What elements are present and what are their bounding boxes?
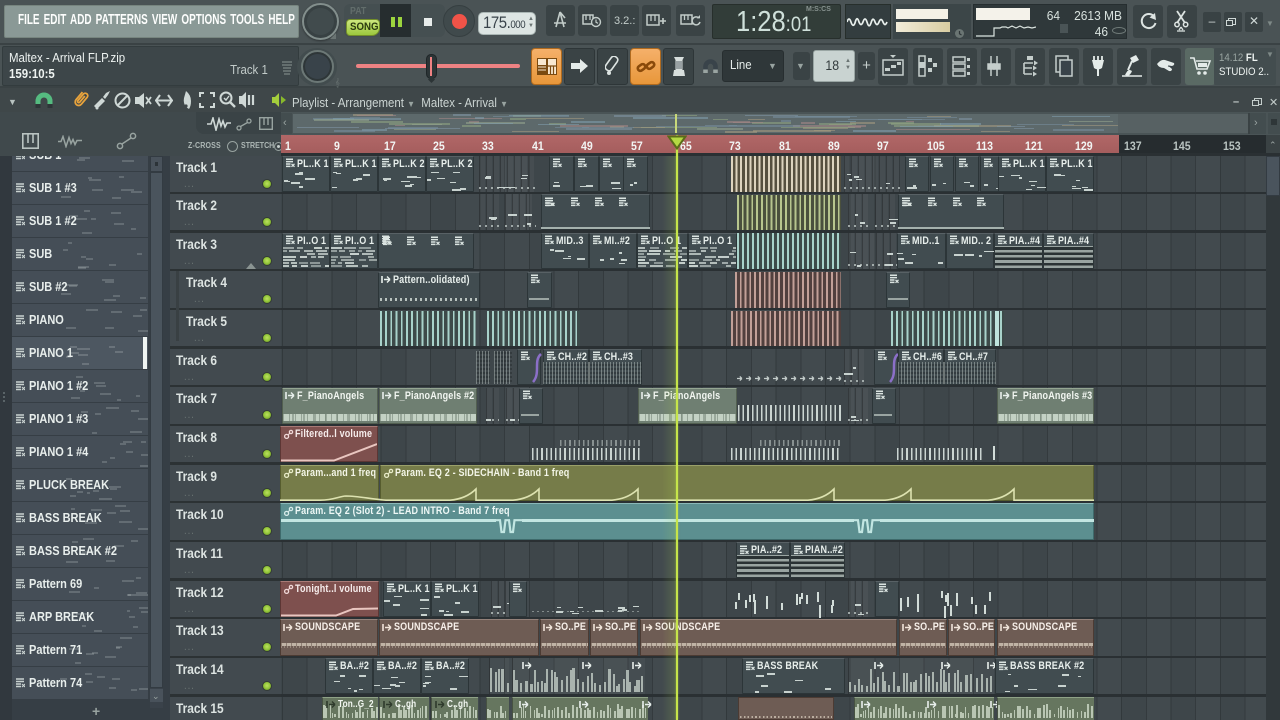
svg-text:3.2.:: 3.2.:	[614, 15, 635, 27]
